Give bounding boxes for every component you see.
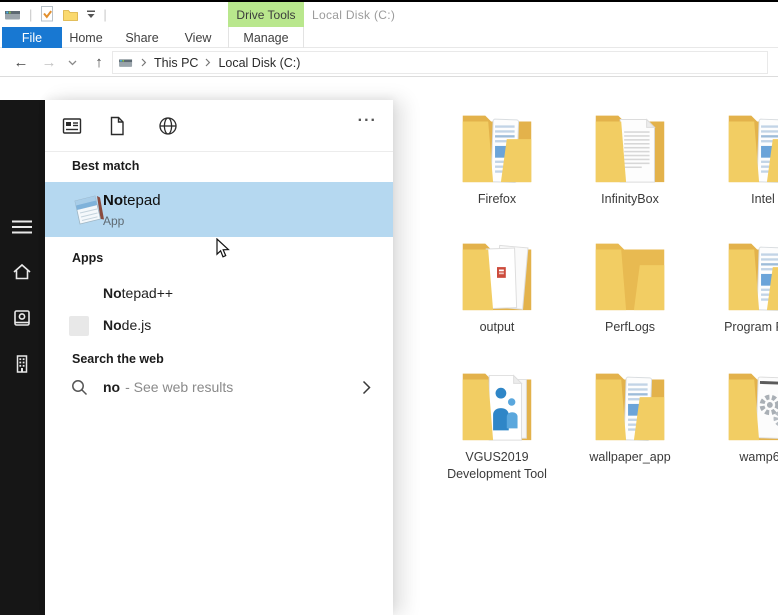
folder-label: wallpaper_app	[589, 450, 671, 464]
folder-item-program-files[interactable]: Program Files	[703, 226, 778, 336]
library-frame-icon[interactable]	[11, 307, 33, 329]
search-rail	[0, 100, 45, 615]
folder-item-output[interactable]: output	[437, 226, 557, 336]
back-arrow-icon[interactable]: ←	[10, 48, 32, 77]
folder-label: VGUS2019 Development Tool	[447, 450, 547, 481]
menu-icon[interactable]	[11, 216, 33, 238]
ribbon-tab-strip: File Home Share View Manage	[0, 27, 778, 48]
drive-icon[interactable]	[4, 7, 22, 22]
tab-view[interactable]: View	[170, 27, 226, 48]
search-flyout-panel: ... Best match Notepad App Apps Notepad+…	[45, 100, 393, 615]
web-filter-icon[interactable]	[157, 115, 179, 137]
folder-icon	[462, 115, 532, 183]
notepad-app-icon	[74, 195, 104, 225]
explorer-titlebar: | | Drive Tools Local Disk (C:)	[0, 2, 778, 27]
address-bar: ← → ↑ This PC Local Disk (C:)	[0, 48, 778, 77]
tab-share[interactable]: Share	[112, 27, 172, 48]
folder-item-infinitybox[interactable]: InfinityBox	[570, 98, 690, 208]
folder-label: InfinityBox	[601, 192, 659, 206]
quick-access-toolbar: | |	[4, 5, 107, 23]
properties-check-icon[interactable]	[39, 5, 55, 23]
result-title: Notepad	[103, 192, 161, 209]
folder-label: Program Files	[724, 320, 778, 334]
breadcrumb-this-pc[interactable]: This PC	[154, 56, 198, 70]
placeholder-app-icon	[69, 316, 89, 336]
search-the-web-header: Search the web	[72, 352, 164, 366]
address-field[interactable]: This PC Local Disk (C:)	[112, 51, 768, 74]
folder-label: wamp64	[739, 450, 778, 464]
window-title: Local Disk (C:)	[312, 8, 396, 22]
result-subtitle: App	[103, 214, 125, 228]
desktop-screen: | | Drive Tools Local Disk (C:) File Hom…	[0, 0, 778, 615]
folder-icon	[595, 115, 665, 183]
folder-icon	[462, 243, 532, 311]
folder-label: Intel	[751, 192, 775, 206]
mouse-cursor	[216, 238, 230, 258]
folder-item-wallpaper-app[interactable]: wallpaper_app	[570, 356, 690, 466]
breadcrumb-chevron-icon	[141, 58, 147, 67]
forward-arrow-icon[interactable]: →	[38, 48, 60, 77]
folder-label: PerfLogs	[604, 320, 656, 334]
customize-toolbar-caret-icon[interactable]	[86, 9, 96, 19]
apps-building-icon[interactable]	[11, 353, 33, 375]
folder-item-vgus2019[interactable]: VGUS2019 Development Tool	[437, 356, 557, 483]
more-options-ellipsis[interactable]: ...	[358, 108, 377, 126]
search-filter-bar: ...	[45, 100, 393, 152]
breadcrumb-local-disk[interactable]: Local Disk (C:)	[218, 56, 300, 70]
app-row-notepad-plus-plus[interactable]: Notepad++	[45, 280, 393, 308]
apps-header: Apps	[72, 251, 104, 265]
drive-icon	[119, 59, 133, 67]
folder-icon	[728, 373, 778, 441]
folder-icon	[728, 243, 778, 311]
tab-manage[interactable]: Manage	[228, 27, 304, 48]
web-search-row[interactable]: no - See web results	[45, 374, 393, 402]
chevron-right-icon[interactable]	[362, 380, 371, 400]
folder-icon	[595, 373, 665, 441]
folder-icon	[595, 243, 665, 311]
folder-item-intel[interactable]: Intel	[703, 98, 778, 208]
home-icon[interactable]	[11, 261, 33, 283]
folder-item-perflogs[interactable]: PerfLogs	[570, 226, 690, 336]
documents-filter-icon[interactable]	[106, 115, 128, 137]
toolbar-separator: |	[29, 6, 33, 22]
new-folder-icon[interactable]	[62, 7, 79, 22]
tab-home[interactable]: Home	[62, 27, 110, 48]
tab-file[interactable]: File	[2, 27, 62, 48]
folder-icon	[728, 115, 778, 183]
apps-filter-icon[interactable]	[61, 115, 83, 137]
app-row-nodejs[interactable]: Node.js	[45, 312, 393, 340]
search-magnifier-icon	[71, 379, 88, 401]
recent-locations-chevron-icon[interactable]	[64, 48, 80, 77]
folder-item-firefox[interactable]: Firefox	[437, 98, 557, 208]
folder-item-wamp64[interactable]: wamp64	[703, 356, 778, 466]
best-match-result-notepad[interactable]: Notepad App	[45, 182, 393, 237]
folder-label: output	[479, 320, 515, 334]
best-match-header: Best match	[72, 159, 140, 173]
drive-tools-contextual-tab[interactable]: Drive Tools	[228, 2, 304, 27]
toolbar-separator: |	[103, 6, 107, 22]
folder-icon	[462, 373, 532, 441]
up-arrow-icon[interactable]: ↑	[88, 48, 110, 77]
breadcrumb-chevron-icon	[206, 58, 211, 67]
folder-label: Firefox	[477, 192, 517, 206]
